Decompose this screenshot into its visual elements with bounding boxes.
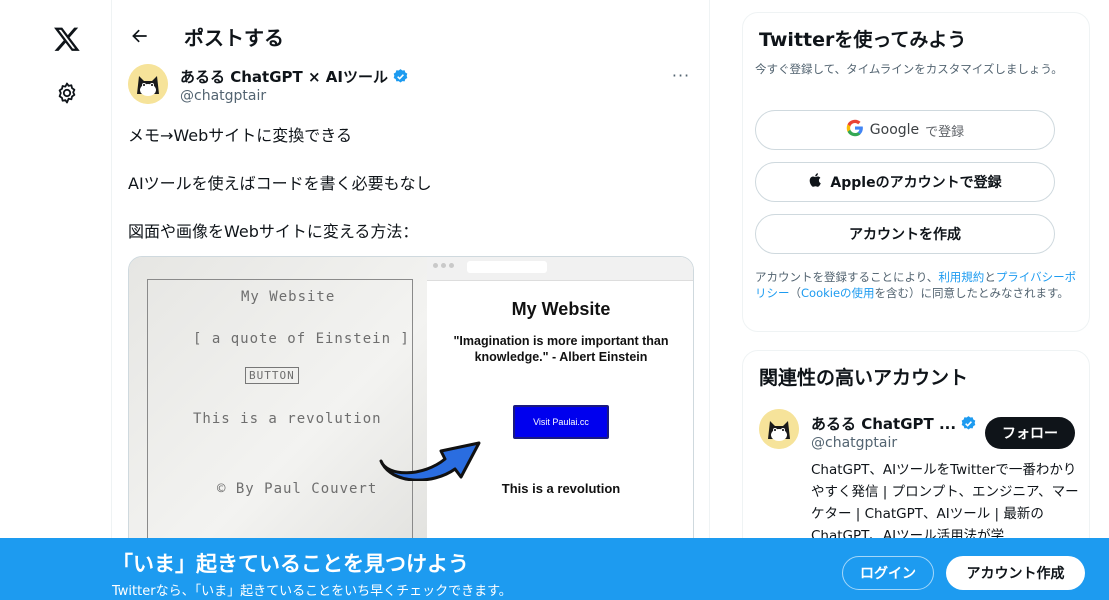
site-title: My Website (511, 299, 611, 319)
related-card-title: 関連性の高いアカウント (759, 367, 969, 389)
sketch-line: This is a revolution (193, 411, 382, 427)
website-screenshot: My Website "Imagination is more importan… (427, 257, 693, 555)
post-line: AIツールを使えばコードを書く必要もなし (128, 174, 432, 193)
arrow-left-icon[interactable] (126, 22, 154, 50)
banner-title: 「いま」起きていることを見つけよう (112, 552, 469, 576)
main-column: ポストする あるる ChatGPT × AIツール @chatgptair ··… (112, 0, 710, 600)
more-options-icon[interactable]: ··· (668, 64, 694, 86)
sketch-image: My Website [ a quote of Einstein ] BUTTO… (129, 257, 427, 555)
post-media[interactable]: My Website [ a quote of Einstein ] BUTTO… (128, 256, 694, 556)
related-account-bio: ChatGPT、AIツールをTwitterで一番わかりやすく発信 | プロンプト… (811, 462, 1079, 544)
signup-button[interactable]: アカウント作成 (946, 556, 1085, 590)
browser-bar (427, 257, 693, 281)
login-button[interactable]: ログイン (842, 556, 934, 590)
banner-subtitle: Twitterなら、「いま」起きていることをいち早くチェックできます。 (112, 584, 512, 599)
terms-text: アカウントを登録することにより、利用規約とプライバシーポリシー（Cookieの使… (755, 270, 1077, 300)
author-handle[interactable]: @chatgptair (180, 88, 266, 104)
site-quote: "Imagination is more important than know… (453, 334, 669, 364)
post-text: メモ→Webサイトに変換できる AIツールを使えばコードを書く必要もなし 図面や… (128, 124, 694, 268)
avatar[interactable] (759, 409, 799, 449)
google-icon (846, 119, 864, 141)
related-account-handle[interactable]: @chatgptair (811, 435, 897, 451)
signup-card: Twitterを使ってみよう 今すぐ登録して、タイムラインをカスタマイズしましょ… (742, 12, 1090, 332)
post-line: 図面や画像をWebサイトに変える方法： (128, 222, 419, 241)
cookie-link[interactable]: Cookieの使用 (801, 286, 875, 300)
verified-badge-icon (960, 415, 977, 432)
signup-card-subtitle: 今すぐ登録して、タイムラインをカスタマイズしましょう。 (755, 62, 1063, 76)
bottom-signup-banner: 「いま」起きていることを見つけよう Twitterなら、「いま」起きていることを… (0, 538, 1109, 600)
post-author: あるる ChatGPT × AIツール @chatgptair ··· (128, 64, 694, 112)
browser-url-bar (467, 261, 547, 273)
sketch-button: BUTTON (245, 367, 299, 384)
page-header: ポストする (112, 0, 709, 72)
google-signup-button[interactable]: Google で登録 (755, 110, 1055, 150)
site-button: Visit Paulai.cc (513, 405, 609, 439)
curved-arrow-icon (379, 441, 481, 481)
terms-link[interactable]: 利用規約 (938, 270, 984, 284)
sketch-quote: [ a quote of Einstein ] (193, 331, 410, 347)
gear-icon[interactable] (52, 78, 82, 108)
right-sidebar: Twitterを使ってみよう 今すぐ登録して、タイムラインをカスタマイズしましょ… (710, 0, 1109, 600)
post-line: メモ→Webサイトに変換できる (128, 126, 352, 145)
follow-button[interactable]: フォロー (985, 417, 1075, 449)
apple-icon (808, 171, 824, 193)
signup-card-title: Twitterを使ってみよう (759, 29, 967, 51)
apple-signup-button[interactable]: Appleのアカウントで登録 (755, 162, 1055, 202)
avatar[interactable] (128, 64, 168, 104)
sketch-title: My Website (241, 289, 336, 305)
author-name[interactable]: あるる ChatGPT × AIツール (180, 66, 409, 87)
verified-badge-icon (392, 68, 409, 85)
site-line: This is a revolution (501, 481, 621, 496)
x-logo-icon[interactable] (48, 20, 86, 58)
create-account-button[interactable]: アカウントを作成 (755, 214, 1055, 254)
sketch-signature: © By Paul Couvert (217, 481, 378, 497)
left-nav (0, 0, 112, 600)
page-title: ポストする (184, 26, 284, 50)
related-account-name[interactable]: あるる ChatGPT ... (811, 413, 977, 434)
